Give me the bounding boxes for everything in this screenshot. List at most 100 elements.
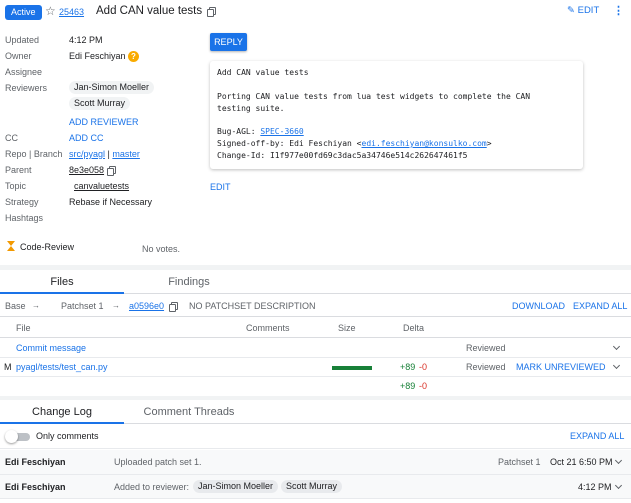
total-row: +89 -0 <box>0 377 631 396</box>
patchset-selector[interactable]: Patchset 1 <box>61 301 104 311</box>
owner-label: Owner <box>5 51 32 61</box>
lines-added: +89 <box>400 362 416 372</box>
topic-link[interactable]: canvaluetests <box>74 181 129 191</box>
patchset-bar: Base → Patchset 1 → a0596e0 NO PATCHSET … <box>0 295 631 317</box>
file-path-link[interactable]: pyagl/tests/test_can.py <box>16 362 108 372</box>
patchset-description: NO PATCHSET DESCRIPTION <box>189 301 316 311</box>
commit-message-line: Signed-off-by: Edi Feschiyan <edi.feschi… <box>217 139 492 148</box>
files-tab-bar: Files Findings <box>0 270 631 294</box>
signed-off-label: Signed-off-by: Edi Feschiyan < <box>217 139 362 148</box>
chevron-down-icon[interactable] <box>614 456 623 465</box>
table-row[interactable]: Commit message Reviewed <box>0 339 631 358</box>
change-subject: Add CAN value tests <box>96 5 203 17</box>
header-size: Size <box>338 323 356 333</box>
tab-comment-threads[interactable]: Comment Threads <box>124 400 254 424</box>
add-cc-button[interactable]: ADD CC <box>69 133 104 143</box>
tab-change-log[interactable]: Change Log <box>0 400 124 424</box>
arrow-icon: → <box>112 301 120 310</box>
commit-message-line: testing suite. <box>217 104 285 113</box>
status-badge: Active <box>5 5 42 20</box>
chevron-down-icon[interactable] <box>614 481 623 490</box>
reviewer-chip[interactable]: Scott Murray <box>281 480 343 493</box>
commit-link[interactable]: a0596e0 <box>129 301 164 311</box>
log-tab-bar: Change Log Comment Threads <box>0 400 631 424</box>
email-link[interactable]: edi.feschiyan@konsulko.com <box>362 139 487 148</box>
strategy-label: Strategy <box>5 197 39 207</box>
star-icon[interactable]: ☆ <box>45 4 56 18</box>
repo-branch-label: Repo | Branch <box>5 149 63 159</box>
reviewed-status: Reviewed <box>466 343 506 353</box>
log-patchset: Patchset 1 <box>498 457 541 467</box>
copy-icon[interactable] <box>207 7 216 17</box>
chevron-down-icon[interactable] <box>612 342 621 351</box>
expand-all-button[interactable]: EXPAND ALL <box>573 301 627 311</box>
tab-files[interactable]: Files <box>0 270 124 294</box>
mark-unreviewed-button[interactable]: MARK UNREVIEWED <box>516 362 606 372</box>
commit-message-line: Add CAN value tests <box>217 68 309 77</box>
log-author: Edi Feschiyan <box>5 457 66 467</box>
header-delta: Delta <box>403 323 425 333</box>
commit-message-line: Change-Id: I1f977e00fd69c3dac5a34746e514… <box>217 151 468 160</box>
header-comments: Comments <box>246 323 290 333</box>
commit-message-box: Add CAN value tests Porting CAN value te… <box>210 61 583 169</box>
commit-message-file-link[interactable]: Commit message <box>16 343 86 353</box>
reply-button[interactable]: REPLY <box>210 33 247 51</box>
parent-link[interactable]: 8e3e058 <box>69 165 104 175</box>
reviewed-status: Reviewed <box>466 362 506 372</box>
lines-removed: -0 <box>419 362 428 372</box>
reviewer-chip[interactable]: Jan-Simon Moeller <box>69 81 155 94</box>
cc-label: CC <box>5 133 18 143</box>
file-table-header: File Comments Size Delta <box>0 318 631 338</box>
commit-message-line: Bug-AGL: SPEC-3660 <box>217 127 304 136</box>
reviewer-chip[interactable]: Scott Murray <box>69 97 131 110</box>
repo-link[interactable]: src/pyagl <box>69 149 105 159</box>
change-number-link[interactable]: 25463 <box>59 7 84 17</box>
log-time: Oct 21 6:50 PM <box>550 457 613 467</box>
assignee-label: Assignee <box>5 67 43 77</box>
copy-icon[interactable] <box>107 166 116 176</box>
bug-label: Bug-AGL: <box>217 127 261 136</box>
list-item[interactable]: Edi Feschiyan Added to reviewer: Jan-Sim… <box>0 475 631 499</box>
copy-icon[interactable] <box>169 302 178 312</box>
repo-branch-separator: | <box>107 149 110 159</box>
log-expand-all-button[interactable]: EXPAND ALL <box>570 431 624 441</box>
log-message: Added to reviewer: <box>114 482 190 492</box>
topic-label: Topic <box>5 181 27 191</box>
pencil-icon: ✎ <box>567 5 575 16</box>
code-review-value: No votes. <box>142 244 181 254</box>
table-row[interactable]: M pyagl/tests/test_can.py +89 -0 Reviewe… <box>0 358 631 377</box>
strategy-value: Rebase if Necessary <box>69 197 153 207</box>
tab-findings[interactable]: Findings <box>124 270 254 294</box>
base-selector[interactable]: Base <box>5 301 26 311</box>
more-menu-icon[interactable]: ⋮ <box>613 4 624 17</box>
edit-label: EDIT <box>577 5 600 16</box>
arrow-icon: → <box>32 301 40 310</box>
updated-value: 4:12 PM <box>69 35 103 45</box>
owner-value[interactable]: Edi Feschiyan <box>69 51 126 61</box>
header-file: File <box>16 323 31 333</box>
download-button[interactable]: DOWNLOAD <box>512 301 565 311</box>
edit-message-button[interactable]: EDIT <box>210 182 231 192</box>
toggle-knob[interactable] <box>5 430 18 443</box>
hourglass-icon <box>7 241 15 252</box>
bug-link[interactable]: SPEC-3660 <box>260 127 303 136</box>
owner-help-icon[interactable]: ? <box>128 51 139 62</box>
updated-label: Updated <box>5 35 40 45</box>
size-bar <box>332 366 372 370</box>
change-header: Active ☆ 25463 Add CAN value tests ✎ EDI… <box>0 0 631 26</box>
log-time: 4:12 PM <box>578 482 612 492</box>
repo-branch-value: src/pyagl | master <box>69 149 140 159</box>
only-comments-label: Only comments <box>36 431 99 441</box>
log-author: Edi Feschiyan <box>5 482 66 492</box>
branch-link[interactable]: master <box>112 149 140 159</box>
chevron-down-icon[interactable] <box>612 361 621 370</box>
parent-label: Parent <box>5 165 32 175</box>
total-added: +89 <box>400 381 416 391</box>
list-item[interactable]: Edi Feschiyan Uploaded patch set 1. Patc… <box>0 450 631 475</box>
commit-message-line: Porting CAN value tests from lua test wi… <box>217 92 531 101</box>
total-removed: -0 <box>419 381 428 391</box>
reviewer-chip[interactable]: Jan-Simon Moeller <box>193 480 279 493</box>
edit-button[interactable]: ✎ EDIT <box>567 5 599 16</box>
code-review-label: Code-Review <box>20 242 75 252</box>
add-reviewer-button[interactable]: ADD REVIEWER <box>69 117 139 127</box>
